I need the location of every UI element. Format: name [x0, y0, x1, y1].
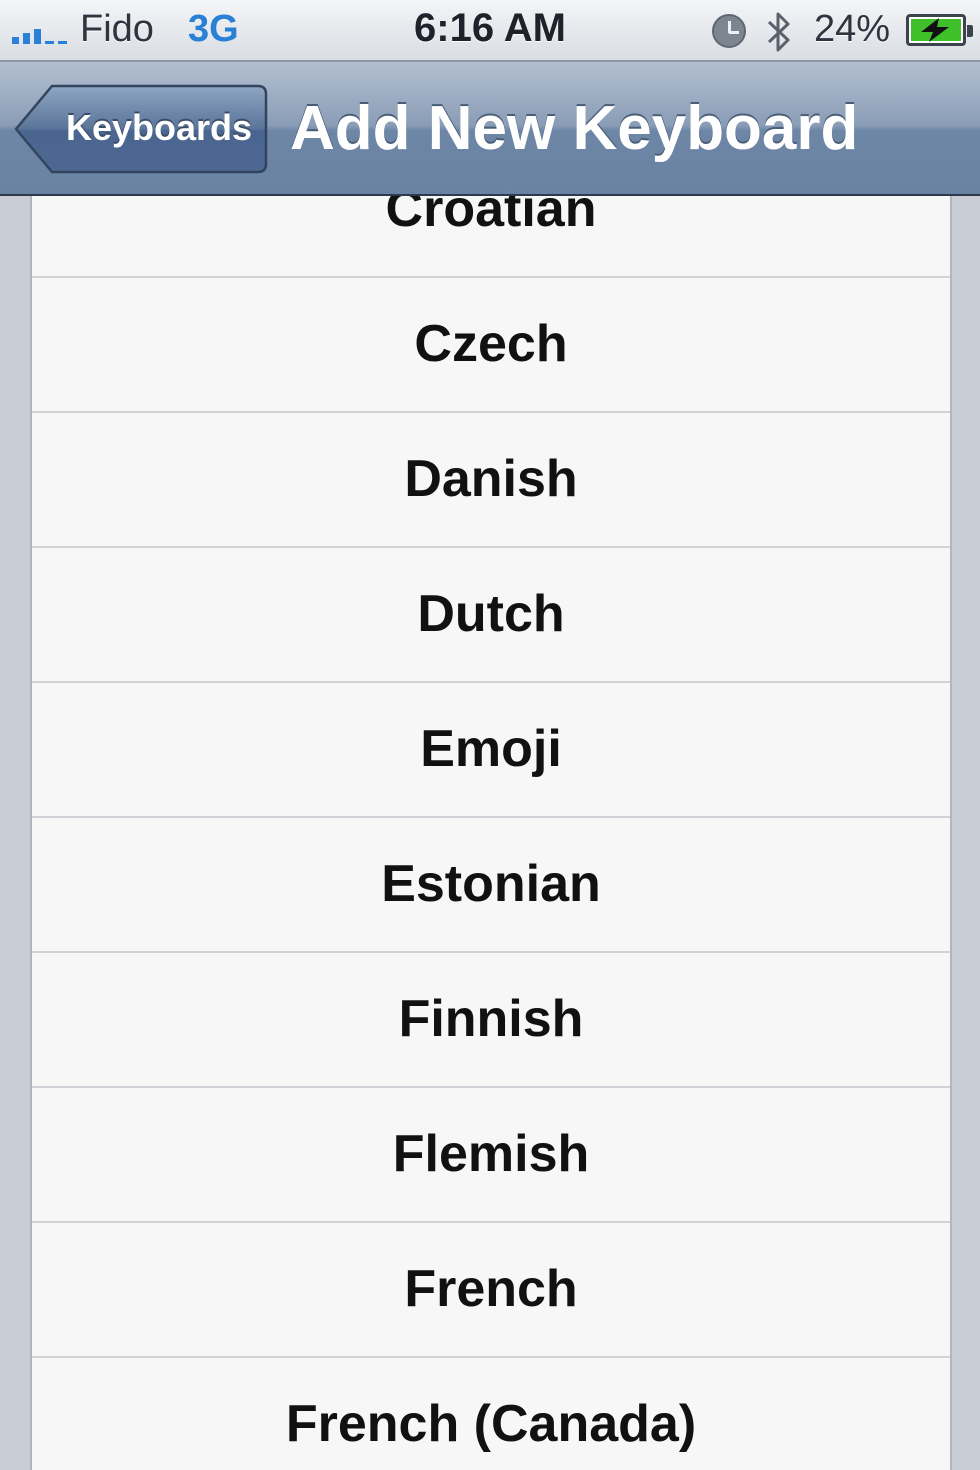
list-item[interactable]: French (Canada) — [32, 1358, 950, 1470]
status-bar: Fido 3G 6:16 AM 24% — [0, 0, 980, 62]
screen: Fido 3G 6:16 AM 24% Keyboards Add New Ke… — [0, 0, 980, 1470]
clock-icon — [712, 14, 746, 48]
page-title: Add New Keyboard — [290, 94, 859, 163]
navigation-bar: Keyboards Add New Keyboard — [0, 62, 980, 196]
battery-charging-icon — [906, 14, 973, 46]
list-item[interactable]: Croatian — [32, 196, 950, 278]
bluetooth-icon — [767, 12, 790, 52]
back-button[interactable]: Keyboards — [14, 84, 268, 174]
list-item[interactable]: Danish — [32, 413, 950, 548]
back-button-label: Keyboards — [65, 107, 253, 148]
keyboard-list: Croatian Czech Danish Dutch Emoji Estonian Fin… — [30, 196, 952, 1470]
list-item[interactable]: Dutch — [32, 548, 950, 683]
list-item[interactable]: Finnish — [32, 953, 950, 1088]
battery-percent: 24% — [814, 8, 891, 50]
list-item[interactable]: Czech — [32, 278, 950, 413]
list-item[interactable]: Flemish — [32, 1088, 950, 1223]
keyboard-list-area: Croatian Czech Danish Dutch Emoji Estonian Fin… — [0, 196, 980, 1470]
list-item[interactable]: Estonian — [32, 818, 950, 953]
list-item[interactable]: French — [32, 1223, 950, 1358]
list-item[interactable]: Emoji — [32, 683, 950, 818]
